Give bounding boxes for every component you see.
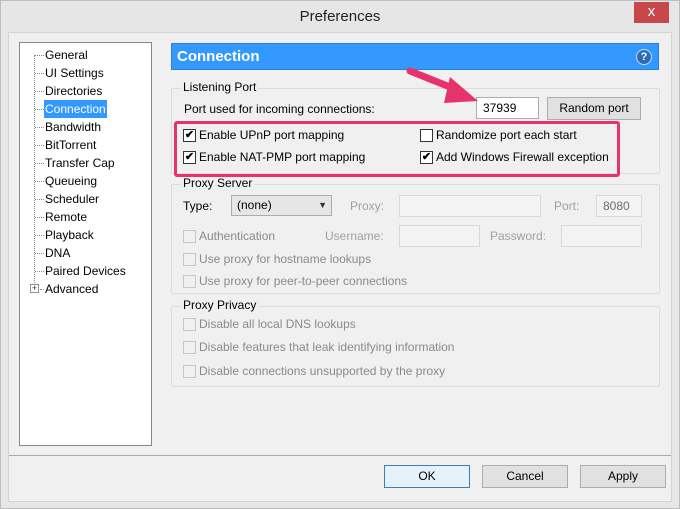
proxy-privacy-group-title: Proxy Privacy xyxy=(181,298,259,312)
tree-connector xyxy=(35,91,44,92)
preferences-window: Preferences x General UI Settings Direct… xyxy=(0,0,680,509)
annotation-arrow-icon xyxy=(406,67,478,103)
sidebar-item-label[interactable]: Transfer Cap xyxy=(44,154,116,172)
disable-leak-checkbox[interactable] xyxy=(183,341,196,354)
disable-dns-label: Disable all local DNS lookups xyxy=(199,317,356,331)
disable-unsupported-checkbox[interactable] xyxy=(183,365,196,378)
tree-connector xyxy=(35,199,44,200)
sidebar-item-label[interactable]: Bandwidth xyxy=(44,118,102,136)
natpmp-checkbox[interactable]: ✔ xyxy=(183,151,196,164)
sidebar-item-label[interactable]: Remote xyxy=(44,208,88,226)
random-port-button[interactable]: Random port xyxy=(547,97,641,120)
tree-connector xyxy=(35,73,44,74)
listening-port-group-title: Listening Port xyxy=(181,80,259,94)
sidebar-item-label[interactable]: DNA xyxy=(44,244,71,262)
sidebar-item-label[interactable]: Directories xyxy=(44,82,103,100)
disable-dns-checkbox[interactable] xyxy=(183,318,196,331)
close-icon: x xyxy=(647,3,656,20)
peer-connections-checkbox[interactable] xyxy=(183,275,196,288)
disable-leak-label: Disable features that leak identifying i… xyxy=(199,340,455,354)
sidebar-item-label[interactable]: UI Settings xyxy=(44,64,105,82)
sidebar-item-label[interactable]: Paired Devices xyxy=(44,262,127,280)
tree-connector xyxy=(35,145,44,146)
chevron-down-icon: ▼ xyxy=(318,200,327,210)
proxy-port-label: Port: xyxy=(554,199,580,213)
apply-button[interactable]: Apply xyxy=(580,465,666,488)
tree-connector xyxy=(35,181,44,182)
firewall-exception-checkbox[interactable]: ✔ xyxy=(420,151,433,164)
sidebar-item-label[interactable]: BitTorrent xyxy=(44,136,97,154)
sidebar-item-label[interactable]: Advanced xyxy=(44,280,99,298)
checkmark-icon: ✔ xyxy=(184,151,195,163)
cancel-button[interactable]: Cancel xyxy=(482,465,568,488)
tree-connector xyxy=(35,217,44,218)
checkmark-icon: ✔ xyxy=(184,129,195,141)
sidebar-item-label[interactable]: Connection xyxy=(44,100,107,118)
tree-connector xyxy=(35,253,44,254)
checkmark-icon: ✔ xyxy=(421,151,432,163)
tree-connector xyxy=(35,55,44,56)
footer-separator xyxy=(9,455,671,456)
sidebar-item-label[interactable]: Queueing xyxy=(44,172,98,190)
tree-connector xyxy=(35,109,44,110)
title-bar: Preferences xyxy=(1,1,679,33)
sidebar-item-label[interactable]: General xyxy=(44,46,89,64)
ok-button[interactable]: OK xyxy=(384,465,470,488)
username-label: Username: xyxy=(325,229,384,243)
randomize-port-label[interactable]: Randomize port each start xyxy=(436,128,577,143)
peer-connections-label: Use proxy for peer-to-peer connections xyxy=(199,274,408,288)
expand-plus-icon[interactable]: + xyxy=(30,284,39,293)
disable-unsupported-label: Disable connections unsupported by the p… xyxy=(199,364,446,378)
firewall-exception-label[interactable]: Add Windows Firewall exception xyxy=(436,150,609,165)
section-title: Connection xyxy=(177,48,260,65)
port-label: Port used for incoming connections: xyxy=(184,102,375,116)
help-icon[interactable]: ? xyxy=(636,49,652,65)
authentication-checkbox[interactable] xyxy=(183,230,196,243)
tree-connector xyxy=(35,235,44,236)
tree-connector xyxy=(35,163,44,164)
proxy-host-input[interactable] xyxy=(399,195,541,217)
category-tree[interactable]: General UI Settings Directories Connecti… xyxy=(19,42,152,446)
tree-connector xyxy=(35,271,44,272)
proxy-port-input[interactable]: 8080 xyxy=(596,195,642,217)
hostname-lookups-checkbox[interactable] xyxy=(183,253,196,266)
proxy-server-group-title: Proxy Server xyxy=(181,176,255,190)
upnp-label[interactable]: Enable UPnP port mapping xyxy=(199,128,344,143)
username-input[interactable] xyxy=(399,225,480,247)
hostname-lookups-label: Use proxy for hostname lookups xyxy=(199,252,372,266)
tree-connector xyxy=(35,127,44,128)
window-title: Preferences xyxy=(299,8,381,25)
sidebar-item-label[interactable]: Scheduler xyxy=(44,190,100,208)
close-button[interactable]: x xyxy=(634,2,669,23)
sidebar-item-label[interactable]: Playback xyxy=(44,226,95,244)
password-label: Password: xyxy=(490,229,547,243)
proxy-type-select[interactable]: (none) ▼ xyxy=(231,195,332,216)
dialog-client-area: General UI Settings Directories Connecti… xyxy=(8,32,672,502)
randomize-port-checkbox[interactable] xyxy=(420,129,433,142)
upnp-checkbox[interactable]: ✔ xyxy=(183,129,196,142)
natpmp-label[interactable]: Enable NAT-PMP port mapping xyxy=(199,150,365,165)
authentication-label: Authentication xyxy=(199,229,276,243)
password-input[interactable] xyxy=(561,225,642,247)
proxy-type-label: Type: xyxy=(183,199,213,213)
proxy-host-label: Proxy: xyxy=(350,199,385,213)
proxy-type-value: (none) xyxy=(237,198,272,212)
